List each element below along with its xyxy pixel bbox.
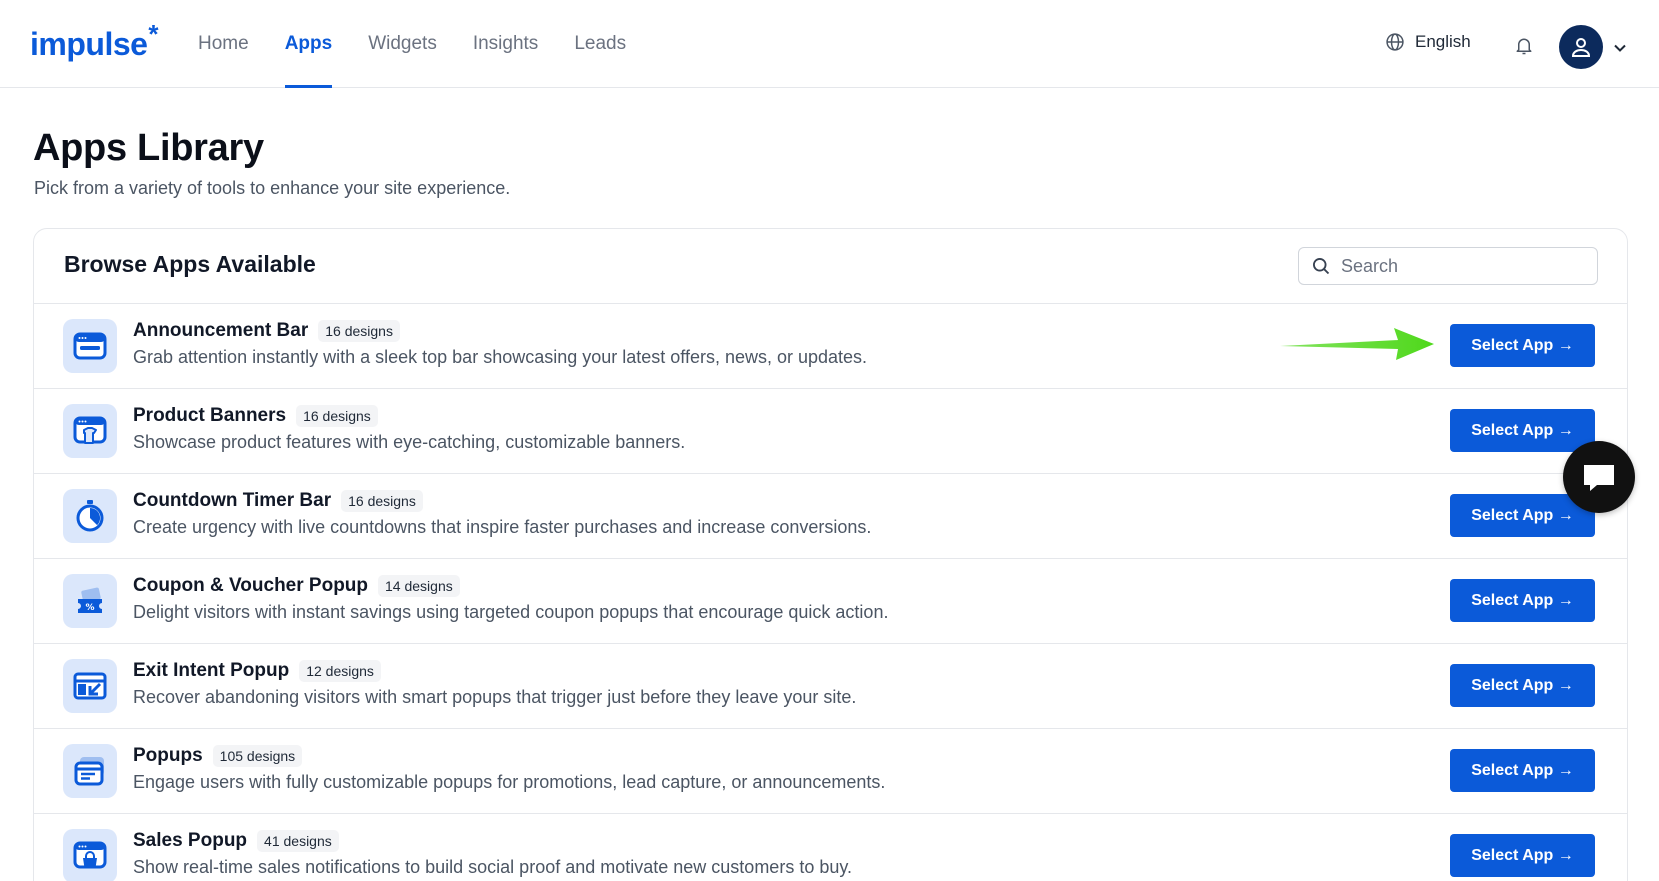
app-row-sales-popup: Sales Popup 41 designs Show real-time sa… [34,814,1627,881]
app-title-line: Popups 105 designs [133,745,303,767]
designs-count-badge: 16 designs [341,490,423,512]
app-title-line: Coupon & Voucher Popup 14 designs [133,575,460,597]
page-title: Apps Library [33,127,264,169]
logo-asterisk: * [148,19,159,49]
app-name: Countdown Timer Bar [133,490,332,511]
select-app-button[interactable]: Select App → [1450,409,1595,452]
annotation-arrow-icon [1280,328,1434,360]
language-label: English [1415,32,1471,51]
app-row-popups: Popups 105 designs Engage users with ful… [34,729,1627,814]
nav-home[interactable]: Home [198,0,249,88]
app-description: Delight visitors with instant savings us… [133,602,889,622]
app-description: Recover abandoning visitors with smart p… [133,687,857,707]
app-name: Announcement Bar [133,320,309,341]
search-box[interactable] [1298,247,1598,285]
notifications-button[interactable] [1515,36,1533,61]
account-menu-toggle[interactable] [1614,40,1626,58]
app-description: Engage users with fully customizable pop… [133,772,886,792]
chat-bubble-icon [1584,465,1614,491]
search-icon [1313,258,1330,275]
app-row-exit-intent-popup: Exit Intent Popup 12 designs Recover aba… [34,644,1627,729]
user-avatar[interactable] [1559,25,1603,69]
impulse-logo[interactable]: impulse* [30,19,159,63]
designs-count-badge: 12 designs [299,660,381,682]
search-input[interactable] [1341,255,1581,277]
language-selector[interactable]: English [1385,32,1471,52]
svg-text:%: % [85,603,94,613]
designs-count-badge: 41 designs [257,830,339,852]
designs-count-badge: 16 designs [318,320,400,342]
card-header: Browse Apps Available [34,229,1627,304]
shirt-window-icon [73,416,107,444]
app-title-line: Announcement Bar 16 designs [133,320,400,342]
app-name: Coupon & Voucher Popup [133,575,369,596]
select-app-button[interactable]: Select App → [1450,579,1595,622]
page-subtitle: Pick from a variety of tools to enhance … [34,178,511,198]
designs-count-badge: 14 designs [378,575,460,597]
app-description: Showcase product features with eye-catch… [133,432,686,452]
logo-text: impulse [30,26,148,62]
app-row-countdown-timer-bar: Countdown Timer Bar 16 designs Create ur… [34,474,1627,559]
designs-count-badge: 105 designs [212,745,303,767]
app-title-line: Exit Intent Popup 12 designs [133,660,381,682]
app-title-line: Countdown Timer Bar 16 designs [133,490,423,512]
coupon-icon: % [78,587,102,613]
app-name: Sales Popup [133,830,248,851]
app-row-product-banners: Product Banners 16 designs Showcase prod… [34,389,1627,474]
main-nav: Home Apps Widgets Insights Leads [198,0,662,88]
user-icon [1571,38,1591,57]
browser-window-icon [73,332,107,360]
app-icon-tile [63,659,117,713]
select-app-button[interactable]: Select App → [1450,324,1595,367]
app-icon-tile [63,744,117,798]
globe-icon [1386,33,1404,51]
app-name: Exit Intent Popup [133,660,290,681]
card-title: Browse Apps Available [64,251,316,277]
nav-widgets[interactable]: Widgets [368,0,437,88]
designs-count-badge: 16 designs [296,405,378,427]
app-description: Show real-time sales notifications to bu… [133,857,853,877]
shopping-bag-window-icon [73,841,107,869]
select-app-button[interactable]: Select App → [1450,749,1595,792]
app-description: Grab attention instantly with a sleek to… [133,347,868,367]
select-app-button[interactable]: Select App → [1450,834,1595,877]
stacked-windows-icon [74,757,104,786]
app-icon-tile [63,829,117,881]
app-title-line: Sales Popup 41 designs [133,830,339,852]
bell-icon [1516,38,1532,55]
app-row-coupon-voucher-popup: % Coupon & Voucher Popup 14 designs Deli… [34,559,1627,644]
app-icon-tile: % [63,574,117,628]
nav-apps[interactable]: Apps [284,0,332,88]
app-name: Product Banners [133,405,287,426]
select-app-button[interactable]: Select App → [1450,664,1595,707]
nav-leads[interactable]: Leads [574,0,626,88]
app-icon-tile [63,404,117,458]
app-icon-tile [63,489,117,543]
app-description: Create urgency with live countdowns that… [133,517,872,537]
nav-insights[interactable]: Insights [473,0,538,88]
exit-window-icon [73,672,107,700]
app-icon-tile [63,319,117,373]
stopwatch-icon [76,500,104,532]
chevron-down-icon [1614,44,1626,52]
app-name: Popups [133,745,203,766]
app-title-line: Product Banners 16 designs [133,405,378,427]
top-navigation-bar: impulse* Home Apps Widgets Insights Lead… [0,0,1659,88]
chat-widget-button[interactable] [1563,441,1635,513]
